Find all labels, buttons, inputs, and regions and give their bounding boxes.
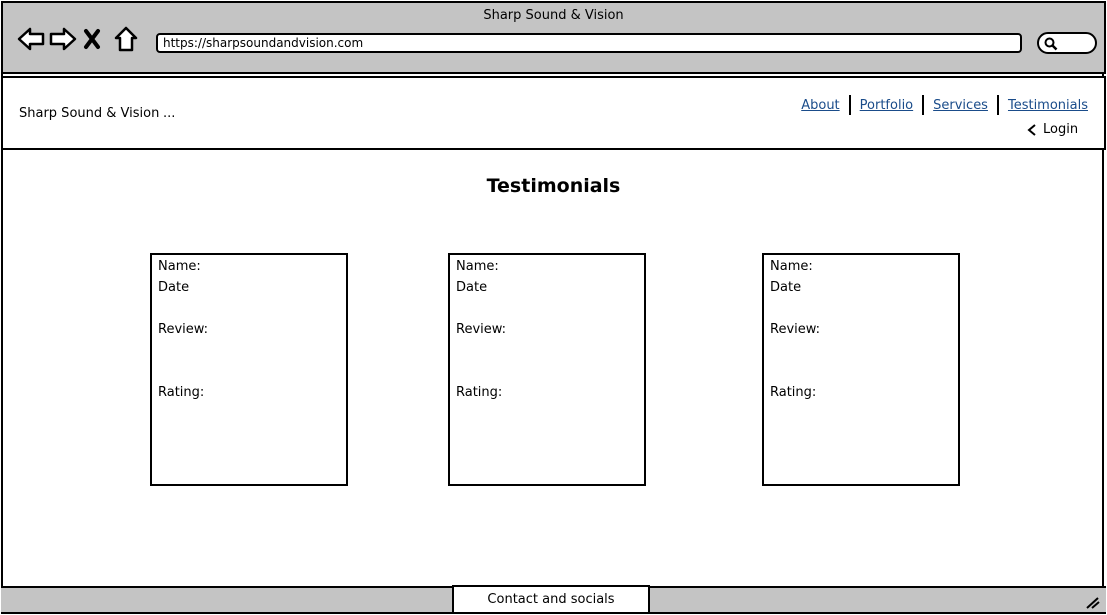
- nav-about-link[interactable]: About: [792, 98, 848, 113]
- browser-toolbar: Sharp Sound & Vision https://sharpsounda…: [1, 1, 1106, 74]
- card-rating-label: Rating:: [456, 385, 503, 400]
- forward-arrow-icon[interactable]: [49, 25, 77, 53]
- main-nav: About Portfolio Services Testimonials: [792, 95, 1088, 115]
- login-label: Login: [1043, 122, 1079, 137]
- card-name-label: Name:: [158, 259, 201, 274]
- nav-portfolio-link[interactable]: Portfolio: [851, 98, 922, 113]
- page-title: Testimonials: [486, 175, 621, 197]
- nav-testimonials-link[interactable]: Testimonials: [999, 98, 1088, 113]
- testimonial-card: Name: Date Review: Rating:: [448, 253, 646, 486]
- brand-name[interactable]: Sharp Sound & Vision: [19, 106, 159, 121]
- window-title: Sharp Sound & Vision: [483, 8, 624, 23]
- browser-nav-icons: [17, 25, 139, 53]
- home-icon[interactable]: [113, 25, 139, 53]
- site-header: Sharp Sound & Vision ... About Portfolio…: [1, 76, 1106, 150]
- back-arrow-icon[interactable]: [17, 25, 45, 53]
- card-review-label: Review:: [158, 322, 209, 337]
- contact-socials-button[interactable]: Contact and socials: [452, 585, 650, 614]
- card-name-label: Name:: [770, 259, 813, 274]
- search-box[interactable]: [1037, 32, 1097, 54]
- testimonial-card: Name: Date Review: Rating:: [762, 253, 960, 486]
- search-icon: [1044, 37, 1058, 51]
- card-date-label: Date: [770, 280, 802, 295]
- login-button[interactable]: Login: [1027, 122, 1078, 137]
- url-input[interactable]: https://sharpsoundandvision.com: [156, 33, 1022, 53]
- card-review-label: Review:: [770, 322, 821, 337]
- card-date-label: Date: [456, 280, 488, 295]
- card-rating-label: Rating:: [770, 385, 817, 400]
- card-review-label: Review:: [456, 322, 507, 337]
- chevron-left-icon: [1027, 123, 1036, 136]
- card-name-label: Name:: [456, 259, 499, 274]
- card-date-label: Date: [158, 280, 190, 295]
- close-icon[interactable]: [81, 25, 107, 53]
- testimonial-card: Name: Date Review: Rating:: [150, 253, 348, 486]
- card-rating-label: Rating:: [158, 385, 205, 400]
- nav-services-link[interactable]: Services: [924, 98, 997, 113]
- resize-grip-icon[interactable]: [1085, 594, 1101, 613]
- header-ellipsis: ...: [163, 106, 176, 121]
